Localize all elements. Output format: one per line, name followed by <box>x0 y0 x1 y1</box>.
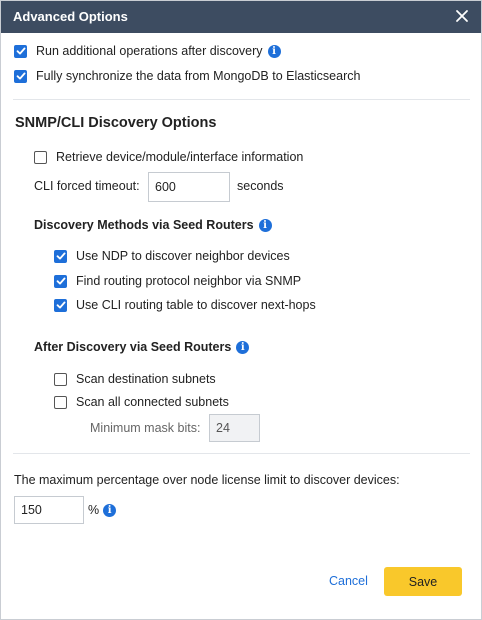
info-icon[interactable]: i <box>267 44 281 58</box>
after-discovery-title: After Discovery via Seed Routers i <box>34 340 250 354</box>
scan-destination-label: Scan destination subnets <box>76 372 216 386</box>
sync-mongo-option[interactable]: Fully synchronize the data from MongoDB … <box>14 67 360 85</box>
use-ndp-checkbox[interactable] <box>54 249 67 263</box>
after-discovery-title-text: After Discovery via Seed Routers <box>34 340 232 354</box>
percent-sign: % <box>88 503 100 517</box>
checkmark-icon <box>16 47 25 55</box>
cli-routing-table-checkbox[interactable] <box>54 298 67 312</box>
dialog-title: Advanced Options <box>13 9 128 24</box>
dialog-titlebar: Advanced Options <box>1 1 481 33</box>
divider <box>13 99 470 100</box>
routing-protocol-snmp-label: Find routing protocol neighbor via SNMP <box>76 274 302 288</box>
advanced-options-dialog: Advanced Options Run additional operatio… <box>0 0 482 620</box>
cli-timeout-label: CLI forced timeout: <box>34 179 140 193</box>
checkmark-icon <box>16 72 25 80</box>
info-icon[interactable]: i <box>258 218 272 232</box>
cli-timeout-unit: seconds <box>237 179 284 193</box>
run-additional-option[interactable]: Run additional operations after discover… <box>14 42 281 60</box>
divider <box>13 453 470 454</box>
cancel-button[interactable]: Cancel <box>329 574 368 588</box>
checkmark-icon <box>56 301 65 309</box>
license-limit-label: The maximum percentage over node license… <box>14 473 400 487</box>
scan-connected-option[interactable]: Scan all connected subnets <box>54 393 229 411</box>
run-additional-label: Run additional operations after discover… <box>36 44 263 58</box>
discovery-methods-title: Discovery Methods via Seed Routers i <box>34 218 272 232</box>
min-mask-input[interactable] <box>209 414 260 442</box>
cli-routing-table-option[interactable]: Use CLI routing table to discover next-h… <box>54 296 316 314</box>
scan-connected-checkbox[interactable] <box>54 395 67 409</box>
routing-protocol-snmp-option[interactable]: Find routing protocol neighbor via SNMP <box>54 272 301 290</box>
license-percentage-input[interactable] <box>14 496 84 524</box>
discovery-methods-title-text: Discovery Methods via Seed Routers <box>34 218 254 232</box>
run-additional-checkbox[interactable] <box>14 44 27 58</box>
scan-destination-checkbox[interactable] <box>54 372 67 386</box>
cli-routing-table-label: Use CLI routing table to discover next-h… <box>76 298 316 312</box>
routing-protocol-snmp-checkbox[interactable] <box>54 274 67 288</box>
info-icon[interactable]: i <box>103 503 117 517</box>
retrieve-info-label: Retrieve device/module/interface informa… <box>56 150 304 164</box>
use-ndp-label: Use NDP to discover neighbor devices <box>76 249 290 263</box>
retrieve-info-checkbox[interactable] <box>34 150 47 164</box>
use-ndp-option[interactable]: Use NDP to discover neighbor devices <box>54 247 290 265</box>
sync-mongo-label: Fully synchronize the data from MongoDB … <box>36 69 361 83</box>
scan-connected-label: Scan all connected subnets <box>76 395 229 409</box>
checkmark-icon <box>56 252 65 260</box>
retrieve-info-option[interactable]: Retrieve device/module/interface informa… <box>34 148 303 166</box>
min-mask-label: Minimum mask bits: <box>90 421 201 435</box>
cli-timeout-input[interactable] <box>148 172 230 202</box>
snmp-cli-section-title: SNMP/CLI Discovery Options <box>15 115 217 131</box>
save-button[interactable]: Save <box>384 567 462 596</box>
checkmark-icon <box>56 277 65 285</box>
scan-destination-option[interactable]: Scan destination subnets <box>54 370 216 388</box>
close-icon[interactable] <box>453 7 471 25</box>
info-icon[interactable]: i <box>236 340 250 354</box>
license-percent-unit: % i <box>88 503 117 517</box>
sync-mongo-checkbox[interactable] <box>14 69 27 83</box>
